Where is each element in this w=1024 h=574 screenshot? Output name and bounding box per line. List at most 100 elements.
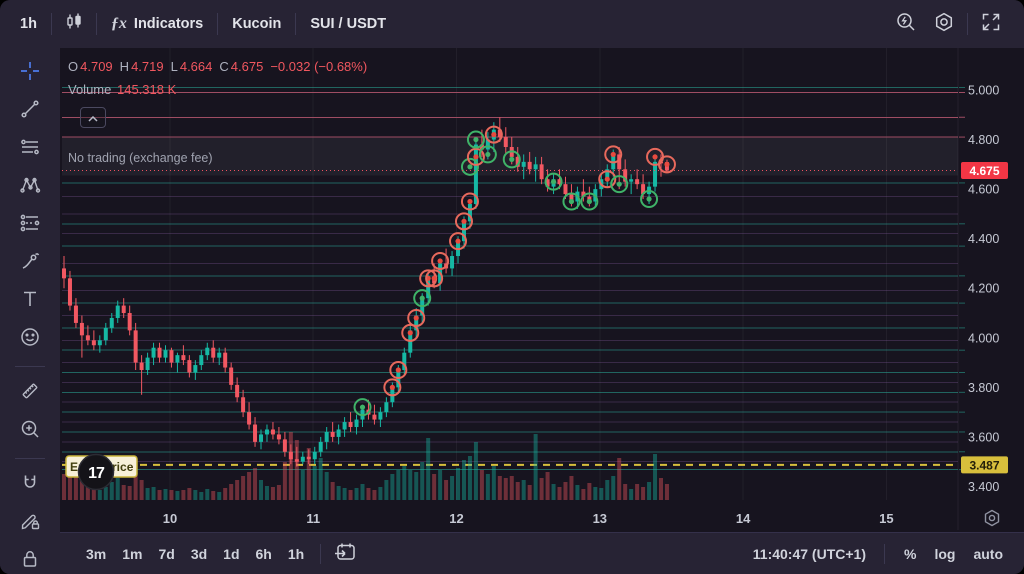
symbol-button[interactable]: SUI / USDT [300, 10, 396, 38]
volume-bar [653, 454, 657, 500]
text-tool[interactable] [17, 290, 43, 313]
last-price-label: 4.675 [961, 162, 1008, 179]
percent-scale-button[interactable]: % [897, 542, 923, 566]
zoom-in-tool[interactable] [17, 420, 43, 443]
volume-bar [331, 482, 335, 500]
volume-bar [289, 432, 293, 500]
candle-body [199, 355, 203, 365]
candle-body [134, 330, 138, 362]
candle-body [223, 353, 227, 368]
svg-text:3.487: 3.487 [969, 458, 999, 472]
drawing-toolbar [0, 48, 60, 574]
candle-body [217, 353, 221, 358]
volume-bar [641, 487, 645, 500]
volume-bar [343, 488, 347, 500]
candle-body [265, 429, 269, 434]
measure-tool[interactable] [17, 382, 43, 405]
volume-bar [396, 470, 400, 500]
fib-retracement-tool[interactable] [17, 138, 43, 161]
volume-bar [378, 487, 382, 500]
candle-body [253, 425, 257, 442]
lock-all-drawings-button[interactable] [17, 550, 43, 573]
drawing-mode-button[interactable] [17, 512, 43, 535]
emoji-tool[interactable] [17, 328, 43, 351]
volume-bar [504, 478, 508, 500]
time-axis-label: 11 [306, 511, 320, 526]
volume-bar [408, 470, 412, 500]
volume-bar [569, 476, 573, 500]
volume-bar [265, 486, 269, 500]
volume-legend[interactable]: Volume 145.318 K [68, 82, 374, 97]
candle-body [384, 402, 388, 412]
volume-bar [426, 438, 430, 500]
auto-scale-button[interactable]: auto [966, 542, 1010, 566]
fib-retracement-icon [19, 136, 41, 163]
time-axis-label: 12 [449, 511, 463, 526]
candle-body [110, 318, 114, 328]
tradingview-chart-app: 1h ƒx Indicators Kucoin SUI / USDT [0, 0, 1024, 574]
forecast-tool[interactable] [17, 214, 43, 237]
volume-bar [229, 484, 233, 500]
chart-settings-button[interactable] [925, 6, 963, 43]
candle-body [175, 355, 179, 362]
go-to-date-button[interactable] [329, 539, 361, 568]
volume-bar [187, 488, 191, 500]
interval-button[interactable]: 1h [10, 10, 47, 38]
fullscreen-button[interactable] [972, 6, 1010, 43]
indicators-button[interactable]: ƒx Indicators [101, 9, 213, 39]
magnet-mode-button[interactable] [17, 474, 43, 497]
xabcd-pattern-tool[interactable] [17, 176, 43, 199]
candle-body [128, 313, 132, 330]
volume-bar [349, 490, 353, 500]
clock-timezone-button[interactable]: 11:40:47 (UTC+1) [747, 542, 872, 566]
brush-tool[interactable] [17, 252, 43, 275]
ohlc-legend[interactable]: O4.709H4.719L4.664C4.675−0.032 (−0.68%) … [68, 59, 374, 97]
volume-value: 145.318 K [117, 82, 176, 97]
volume-bar [355, 488, 359, 500]
range-7d-button[interactable]: 7d [150, 542, 182, 566]
top-toolbar: 1h ƒx Indicators Kucoin SUI / USDT [0, 0, 1024, 48]
range-6h-button[interactable]: 6h [248, 542, 280, 566]
chevron-up-icon [88, 109, 98, 127]
candle-body [349, 422, 353, 427]
volume-bar [193, 490, 197, 500]
volume-bar [516, 482, 520, 500]
log-scale-button[interactable]: log [927, 542, 962, 566]
trend-line-tool[interactable] [17, 100, 43, 123]
volume-bar [152, 487, 156, 500]
chart-type-candles-button[interactable] [56, 7, 92, 42]
time-axis-labels: 101112131415 [163, 511, 894, 526]
text-icon [19, 288, 41, 315]
volume-bar [277, 485, 281, 500]
volume-bar [241, 476, 245, 500]
range-1d-button[interactable]: 1d [215, 542, 247, 566]
range-1m-button[interactable]: 1m [114, 542, 150, 566]
volume-bar [563, 482, 567, 500]
candle-body [116, 306, 120, 318]
volume-bar [552, 484, 556, 500]
crosshair-tool[interactable] [17, 62, 43, 85]
price-chart-canvas[interactable]: 1011121314155.0004.8004.6004.4004.2004.0… [60, 48, 1024, 532]
quick-search-button[interactable] [887, 6, 925, 43]
candle-body [247, 412, 251, 424]
price-tick-label: 3.800 [968, 381, 999, 395]
volume-bar [587, 483, 591, 500]
candle-body [540, 164, 544, 179]
volume-bar [247, 472, 251, 500]
volume-bar [384, 480, 388, 500]
time-axis-label: 10 [163, 511, 177, 526]
candle-body [629, 179, 633, 181]
range-3m-button[interactable]: 3m [78, 542, 114, 566]
range-3d-button[interactable]: 3d [183, 542, 215, 566]
toolbar-divider [15, 366, 45, 367]
volume-bar [629, 489, 633, 500]
candle-body [98, 340, 102, 345]
legend-collapse-button[interactable] [80, 107, 106, 128]
volume-bar [74, 476, 78, 500]
bottom-toolbar-right: 11:40:47 (UTC+1) % log auto [747, 542, 1010, 566]
exchange-button[interactable]: Kucoin [222, 10, 291, 38]
volume-bar [462, 460, 466, 500]
range-1h-button[interactable]: 1h [280, 542, 312, 566]
pane-settings-button[interactable] [986, 511, 999, 526]
price-tick-label: 4.000 [968, 331, 999, 345]
